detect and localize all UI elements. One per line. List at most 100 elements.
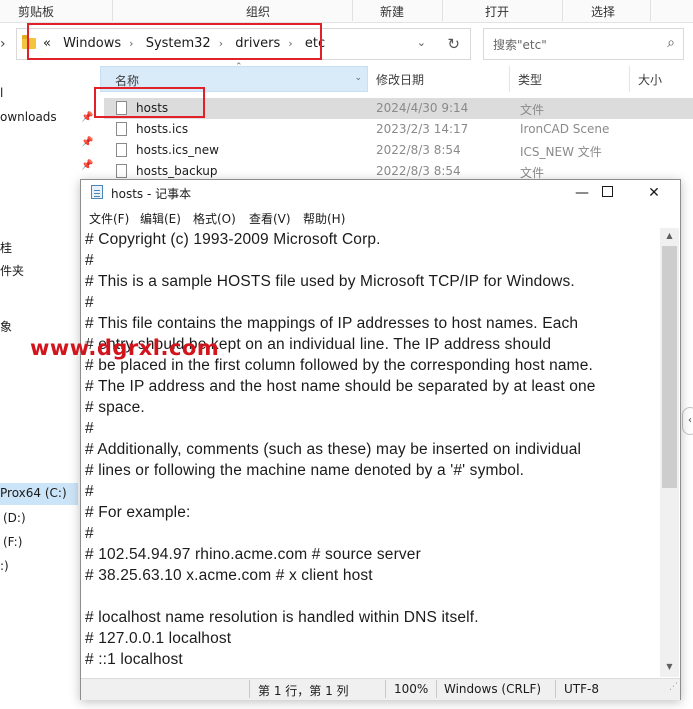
watermark-text: www.dgrxl.com [30,336,220,360]
highlight-box-hosts [94,87,205,118]
close-icon[interactable]: ✕ [631,182,677,204]
text-line: # This file contains the mappings of IP … [85,315,579,332]
notepad-title-bar[interactable]: hosts - 记事本 — ✕ [81,180,680,206]
menu-help[interactable]: 帮助(H) [303,210,345,227]
menu-view[interactable]: 查看(V) [249,210,291,227]
column-header-size-label: 大小 [638,73,663,87]
divider [555,680,556,698]
text-line: # space. [85,399,145,416]
file-type: ICS_NEW 文件 [520,145,602,159]
menu-edit[interactable]: 编辑(E) [140,210,181,227]
divider [112,0,113,21]
ribbon-select-label: 选择 [591,5,616,19]
menu-file[interactable]: 文件(F) [89,210,129,227]
file-name: hosts.ics_new [136,143,219,157]
column-header-size[interactable]: 大小 [632,66,693,92]
ribbon-organize-label: 组织 [246,5,271,19]
divider [442,0,443,21]
sidebar-item-c-drive[interactable]: Prox64 (C:) [0,483,78,505]
status-bar: 第 1 行，第 1 列 100% Windows (CRLF) UTF-8 ⋰ [81,678,680,700]
maximize-icon[interactable] [584,182,630,204]
file-row-hosts-ics-new[interactable]: hosts.ics_new 2022/8/3 8:54 ICS_NEW 文件 [104,140,693,161]
pin-icon: 📌 [81,137,94,148]
divider [436,680,437,698]
chevron-down-icon[interactable]: ⌄ [417,36,426,49]
divider [385,680,386,698]
vertical-scrollbar[interactable]: ▲ ▼ [660,228,679,677]
column-header-modified-label: 修改日期 [376,73,425,87]
chevron-down-icon[interactable]: ⌄ [354,73,362,83]
divider [352,0,353,21]
window-title: hosts - 记事本 [111,187,192,201]
text-line: # [85,525,94,542]
divider [562,0,563,21]
divider [249,680,250,698]
text-editor-area[interactable]: # Copyright (c) 1993-2009 Microsoft Corp… [82,228,660,677]
scroll-down-icon[interactable]: ▼ [660,662,679,671]
divider [650,0,651,21]
scroll-up-icon[interactable]: ▲ [660,231,679,240]
status-line-ending: Windows (CRLF) [444,682,542,696]
sidebar-item-downloads[interactable]: ownloads [0,110,57,124]
search-input[interactable]: 搜索"etc" ⌕ [483,28,684,60]
text-line: # Copyright (c) 1993-2009 Microsoft Corp… [85,231,381,248]
sidebar-item-partial[interactable]: l [0,86,3,100]
divider [509,66,510,92]
text-line: # For example: [85,504,191,521]
file-type: 文件 [520,103,545,117]
text-line: # [85,294,94,311]
search-placeholder: 搜索"etc" [493,38,547,52]
text-line: # 127.0.0.1 localhost [85,630,232,647]
divider [629,66,630,92]
text-line: # The IP address and the host name shoul… [85,378,596,395]
sidebar-item-partial[interactable]: :) [0,559,9,573]
text-line: # [85,252,94,269]
notepad-icon [91,185,103,199]
highlight-box-address [27,23,322,60]
resize-grip-icon[interactable]: ⋰ [669,682,678,698]
text-line: # localhost name resolution is handled w… [85,609,479,626]
status-position: 第 1 行，第 1 列 [258,684,349,698]
file-type: IronCAD Scene [520,122,610,136]
sidebar-item-d-drive[interactable]: (D:) [3,511,26,525]
sidebar-item-partial[interactable]: 桂 [0,239,12,256]
file-name: hosts.ics [136,122,189,136]
sidebar-item-partial[interactable]: 象 [0,318,12,335]
text-line: # Additionally, comments (such as these)… [85,441,582,458]
sidebar-item-label: Prox64 (C:) [0,486,67,500]
sort-up-icon: ⌃ [235,62,243,72]
sidebar-item-partial[interactable]: 件夹 [0,262,24,279]
pin-icon: 📌 [81,112,94,123]
menu-format[interactable]: 格式(O) [193,210,236,227]
file-icon [116,122,127,136]
file-row-hosts-ics[interactable]: hosts.ics 2023/2/3 14:17 IronCAD Scene [104,119,693,140]
collapse-handle-icon[interactable]: ‹ [682,407,693,435]
column-header-modified[interactable]: 修改日期 [370,66,510,92]
ribbon-open-label: 打开 [485,5,510,19]
file-date: 2023/2/3 14:17 [376,122,469,136]
status-zoom: 100% [394,682,429,696]
text-line: # This is a sample HOSTS file used by Mi… [85,273,575,290]
file-date: 2024/4/30 9:14 [376,101,469,115]
column-header-type-label: 类型 [518,73,543,87]
refresh-icon[interactable]: ↻ [447,35,460,53]
status-encoding: UTF-8 [564,682,599,696]
ribbon-clipboard-label: 剪贴板 [18,5,55,19]
ribbon-new-label: 新建 [380,5,405,19]
sidebar-item-f-drive[interactable]: (F:) [3,535,22,549]
nav-up-icon[interactable]: › [0,36,6,52]
file-icon [116,164,127,178]
file-date: 2022/8/3 8:54 [376,164,461,178]
pin-icon: 📌 [81,160,94,171]
notepad-window: hosts - 记事本 — ✕ 文件(F) 编辑(E) 格式(O) 查看(V) … [80,179,681,700]
scrollbar-thumb[interactable] [662,246,677,488]
file-date: 2022/8/3 8:54 [376,143,461,157]
ribbon-group-labels: 剪贴板 组织 新建 打开 选择 [0,0,693,23]
text-line: # [85,420,94,437]
text-line: # lines or following the machine name de… [85,462,525,479]
text-line: # 102.54.94.97 rhino.acme.com # source s… [85,546,421,563]
column-header-type[interactable]: 类型 [512,66,630,92]
text-line: # 38.25.63.10 x.acme.com # x client host [85,567,373,584]
text-line: # ::1 localhost [85,651,183,668]
search-icon[interactable]: ⌕ [667,35,675,51]
